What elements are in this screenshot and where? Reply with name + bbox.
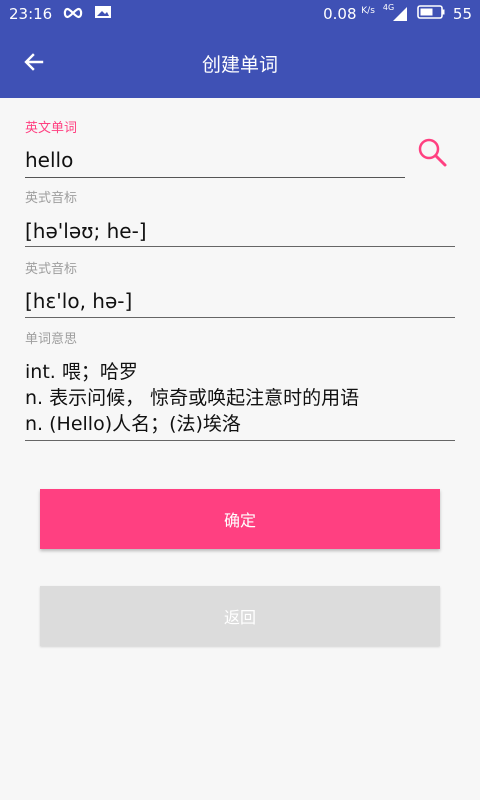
network-speed-value: 0.08 — [323, 5, 357, 23]
infinity-icon — [62, 5, 84, 23]
meaning-underline — [25, 440, 455, 441]
word-field-underline — [25, 177, 405, 178]
image-notification-icon — [94, 5, 112, 23]
network-speed: 0.08 K/s — [323, 5, 375, 23]
phonetic-us-field[interactable]: [hɛ'lo, hə-] — [25, 290, 132, 312]
battery-icon — [417, 5, 445, 23]
search-button[interactable] — [416, 136, 456, 176]
signal-icon: 4G — [383, 3, 409, 22]
status-bar: 23:16 0.08 K/s 4G 55 — [0, 0, 480, 28]
meaning-line: n. (Hello)人名；(法)埃洛 — [25, 413, 241, 435]
phonetic-uk-field[interactable]: [hə'ləʊ; he-] — [25, 220, 147, 242]
back-button[interactable]: 返回 — [40, 586, 440, 646]
page-title: 创建单词 — [201, 54, 278, 76]
battery-level: 55 — [452, 5, 472, 23]
confirm-button[interactable]: 确定 — [40, 489, 440, 549]
word-field[interactable]: hello — [25, 149, 73, 171]
status-time: 23:16 — [9, 5, 53, 23]
meaning-line: int. 喂；哈罗 — [25, 361, 138, 383]
phonetic-us-underline — [25, 317, 455, 318]
word-field-label: 英文单词 — [25, 121, 78, 136]
phonetic-uk-underline — [25, 246, 455, 247]
network-speed-unit: K/s — [361, 6, 375, 16]
meaning-label: 单词意思 — [25, 332, 78, 347]
meaning-line: n. 表示问候， 惊奇或唤起注意时的用语 — [25, 387, 360, 409]
phonetic-us-label: 英式音标 — [25, 262, 78, 277]
phonetic-uk-label: 英式音标 — [25, 191, 78, 206]
app-toolbar: 创建单词 — [0, 28, 480, 98]
search-icon — [416, 138, 448, 172]
